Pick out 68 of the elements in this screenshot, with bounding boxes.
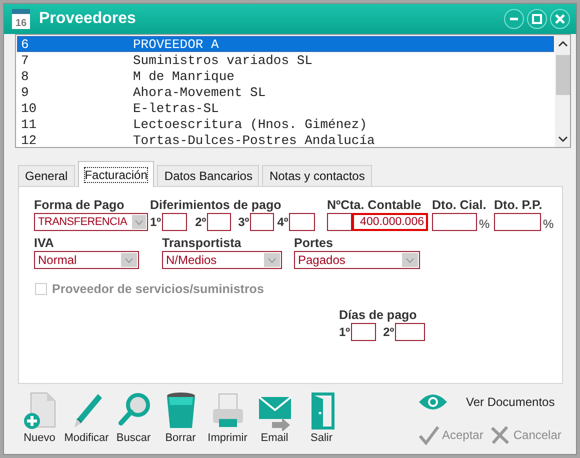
deferral-field[interactable] (207, 213, 232, 231)
carrier-dropdown[interactable]: N/Medios (162, 251, 282, 269)
tab[interactable]: Facturación (78, 161, 154, 187)
supplier-row[interactable]: 9 Ahora-Movement SL (17, 84, 554, 100)
app-badge: 16 (12, 9, 30, 29)
supplier-row[interactable]: 12 Tortas-Dulces-Postres Andalucía (17, 132, 554, 148)
tab[interactable]: General (18, 165, 75, 186)
chevron-icon (268, 258, 276, 262)
discount-field[interactable] (494, 213, 541, 231)
scroll-up-icon[interactable] (558, 39, 568, 49)
field-label: Forma de Pago (34, 198, 126, 213)
deferral-field[interactable] (250, 213, 274, 231)
field-label: Transportista (162, 236, 242, 251)
exit-button[interactable]: Salir (298, 391, 345, 444)
deferral-field[interactable] (162, 213, 188, 231)
minimize-button[interactable] (504, 9, 524, 29)
search-button[interactable]: Buscar (110, 391, 157, 444)
field-label: 2º (195, 215, 206, 229)
field-label: Dto. P.P. (494, 198, 544, 213)
scroll-down-icon[interactable] (558, 134, 568, 144)
deferral-field[interactable] (289, 213, 316, 231)
eye-icon (418, 393, 448, 411)
view-documents-button[interactable]: Ver Documentos (418, 391, 568, 413)
cross-icon (489, 425, 512, 445)
field-label: 1º (339, 325, 350, 339)
email-button[interactable]: Email (251, 391, 298, 444)
window-title: Proveedores (39, 10, 137, 28)
percent-sign: % (479, 217, 490, 231)
supplier-row[interactable]: 10 E-letras-SL (17, 100, 554, 116)
new-button[interactable]: Nuevo (16, 391, 63, 444)
payment-method-dropdown[interactable]: TRANSFERENCIA (34, 213, 148, 231)
chevron-icon (406, 258, 414, 262)
check-icon (418, 425, 440, 445)
field-label: 4º (277, 215, 288, 229)
chevron-icon (125, 258, 133, 262)
tab[interactable]: Datos Bancarios (157, 165, 260, 186)
field-label: Portes (294, 236, 334, 251)
delete-button[interactable]: Borrar (157, 391, 204, 444)
vat-dropdown[interactable]: Normal (34, 251, 139, 269)
discount-field[interactable] (432, 213, 477, 231)
document-plus-icon (22, 391, 56, 431)
payment-day-field[interactable] (395, 323, 426, 341)
shipping-dropdown[interactable]: Pagados (294, 251, 420, 269)
field-label: NºCta. Contable (327, 198, 422, 213)
supplier-row[interactable]: 11 Lectoescritura (Hnos. Giménez) (17, 116, 554, 132)
field-label: 3º (238, 215, 250, 229)
field-label: 2º (383, 325, 394, 339)
supplier-row[interactable]: 7 Suministros variados SL (17, 52, 554, 68)
account-field[interactable]: 400.000.006 (352, 213, 428, 231)
field-label: 1º (150, 215, 162, 229)
supplier-row[interactable]: 6 PROVEEDOR A (17, 36, 554, 52)
field-label: Dto. Cial. (432, 198, 488, 213)
maximize-button[interactable] (527, 9, 547, 29)
supplier-row[interactable]: 8 M de Manrique (17, 68, 554, 84)
payment-day-field[interactable] (351, 323, 376, 341)
edit-button[interactable]: Modificar (63, 391, 110, 444)
percent-sign: % (543, 217, 554, 231)
field-label: Diferimientos de pago (150, 198, 282, 213)
tab[interactable]: Notas y contactos (262, 165, 372, 186)
field-label: IVA (34, 236, 55, 251)
print-button[interactable]: Imprimir (204, 391, 251, 444)
field-label: Días de pago (339, 308, 418, 323)
scrollbar[interactable] (555, 35, 570, 147)
scroll-thumb[interactable] (556, 55, 570, 95)
chevron-icon (135, 220, 143, 224)
account-prefix-field[interactable] (327, 213, 352, 231)
close-button[interactable] (550, 9, 570, 29)
checkbox-label: Proveedor de servicios/suministros (52, 282, 264, 296)
